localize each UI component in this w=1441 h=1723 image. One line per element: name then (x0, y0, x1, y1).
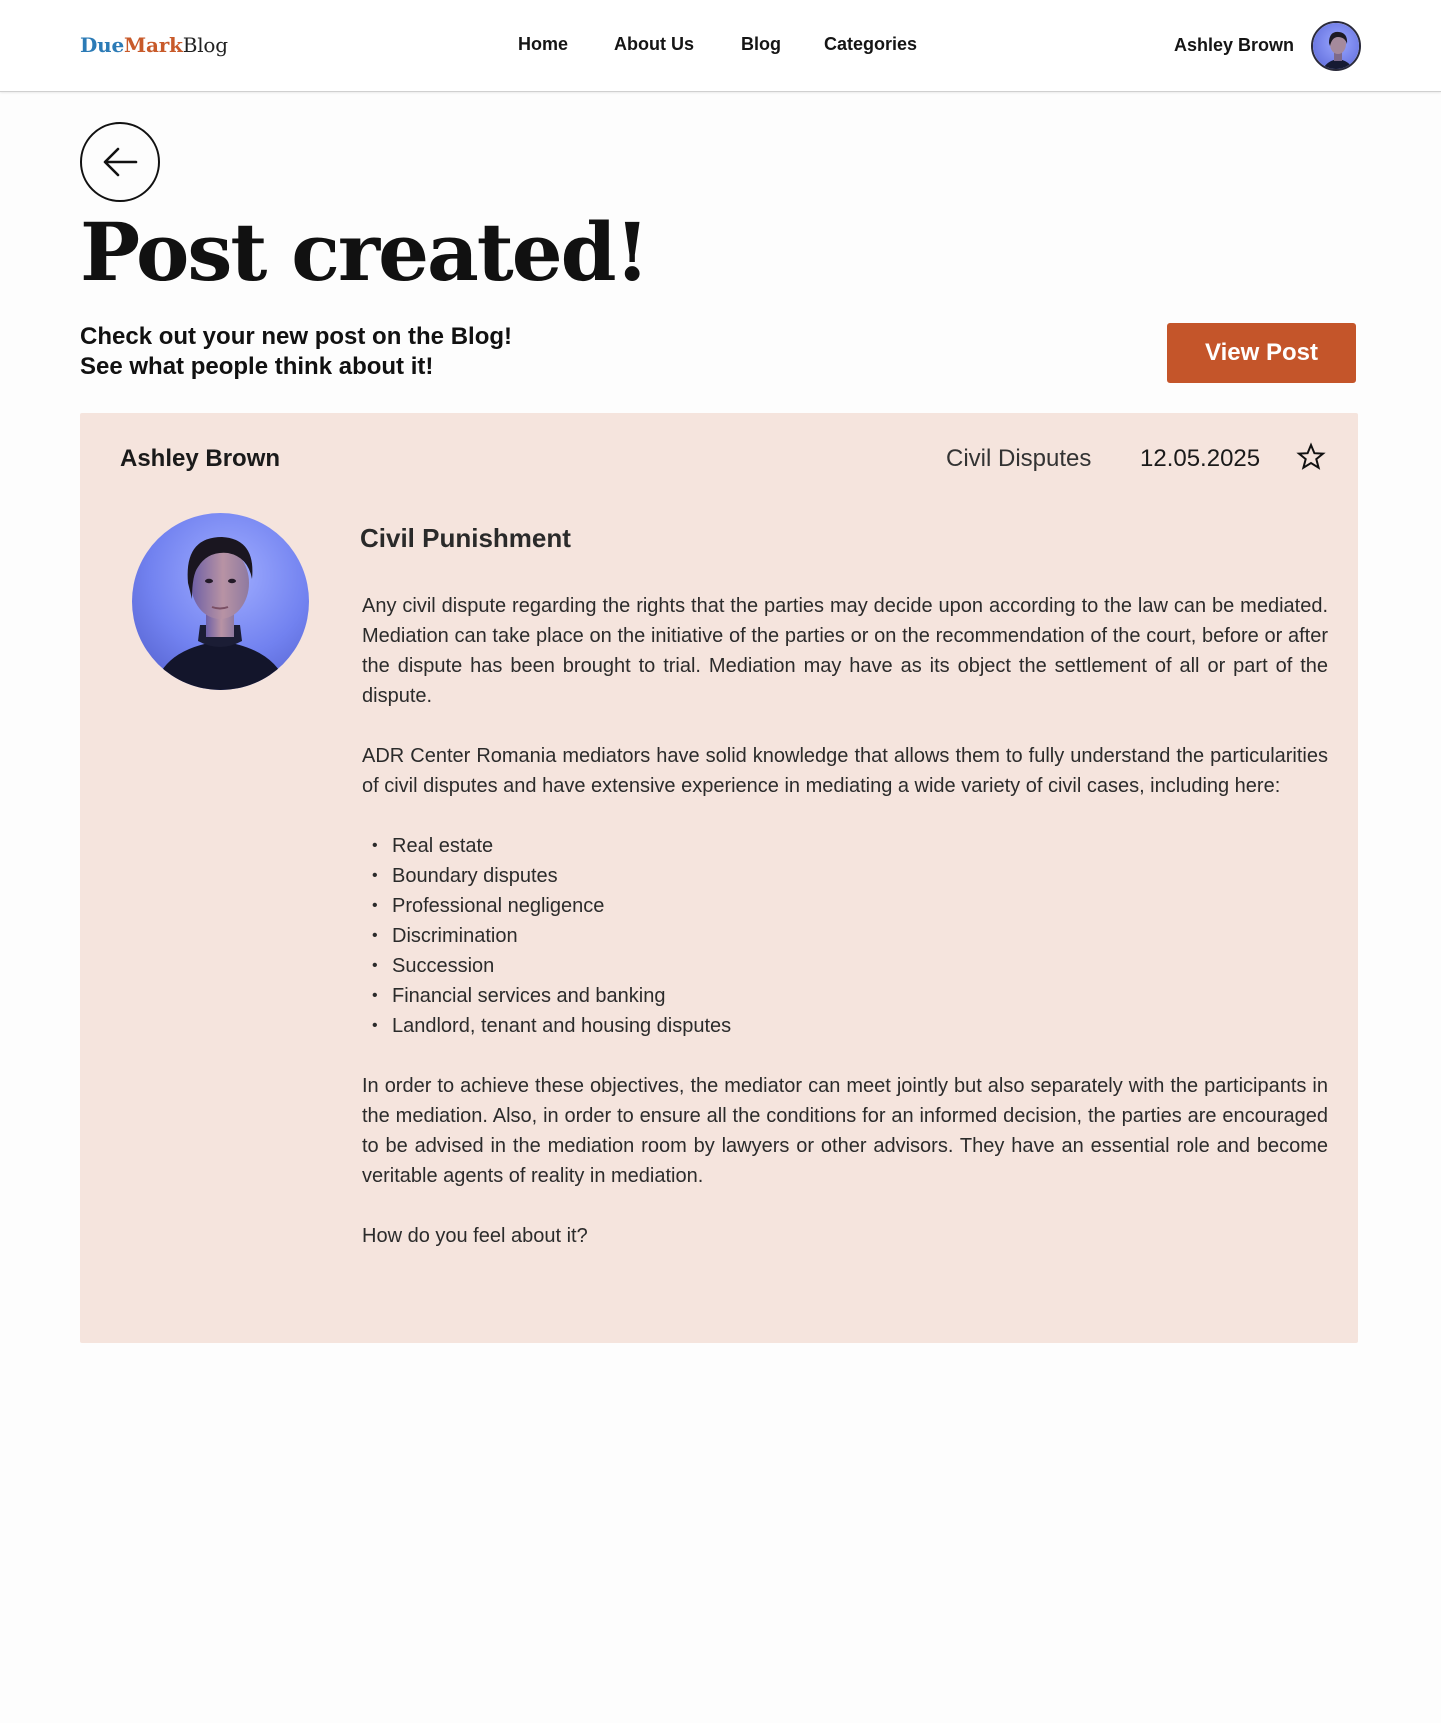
list-item: Financial services and banking (362, 981, 1328, 1011)
list-item: Professional negligence (362, 891, 1328, 921)
post-paragraph: ADR Center Romania mediators have solid … (362, 745, 1328, 797)
post-paragraph: Any civil dispute regarding the rights t… (362, 595, 1328, 707)
subtitle-line-1: Check out your new post on the Blog! (80, 323, 512, 350)
post-paragraph: How do you feel about it? (362, 1225, 588, 1247)
list-item: Succession (362, 951, 1328, 981)
nav-home[interactable]: Home (518, 34, 568, 55)
list-item: Real estate (362, 831, 1328, 861)
header-user-name[interactable]: Ashley Brown (1174, 35, 1294, 56)
header-user-avatar[interactable] (1311, 21, 1361, 71)
favorite-button[interactable] (1296, 442, 1326, 472)
nav-about-us[interactable]: About Us (614, 34, 694, 55)
logo-due: Due (80, 33, 125, 57)
view-post-button[interactable]: View Post (1167, 323, 1356, 383)
top-navbar: DueMarkBlog Home About Us Blog Categorie… (0, 0, 1441, 92)
star-icon (1296, 442, 1326, 470)
logo-mark: Mark (124, 33, 183, 57)
post-title: Civil Punishment (360, 523, 571, 553)
list-item: Discrimination (362, 921, 1328, 951)
post-list: Real estate Boundary disputes Profession… (362, 831, 1328, 1041)
nav-blog[interactable]: Blog (741, 34, 781, 55)
nav-categories[interactable]: Categories (824, 34, 917, 55)
page-title: Post created! (80, 205, 650, 299)
back-button[interactable] (80, 122, 160, 202)
arrow-left-icon (103, 147, 138, 177)
post-category[interactable]: Civil Disputes (946, 445, 1091, 473)
logo-blog: Blog (182, 33, 228, 57)
post-paragraph: In order to achieve these objectives, th… (362, 1075, 1328, 1187)
list-item: Boundary disputes (362, 861, 1328, 891)
page-subtitle: Check out your new post on the Blog! See… (80, 322, 512, 382)
post-date: 12.05.2025 (1140, 445, 1261, 472)
post-card: Ashley Brown Civil Disputes 12.05.2025 C… (80, 413, 1358, 1343)
post-body: Any civil dispute regarding the rights t… (362, 591, 1328, 1281)
list-item: Landlord, tenant and housing disputes (362, 1011, 1328, 1041)
subtitle-line-2: See what people think about it! (80, 353, 434, 380)
author-photo (132, 513, 309, 690)
post-author[interactable]: Ashley Brown (120, 445, 280, 473)
site-logo[interactable]: DueMarkBlog (80, 33, 228, 57)
